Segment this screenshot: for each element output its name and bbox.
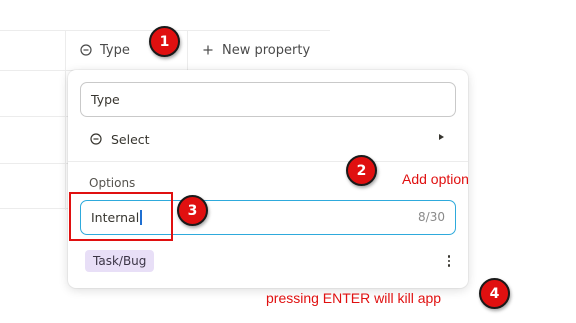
select-type-icon [90, 133, 102, 145]
annotation-badge-4: 4 [479, 278, 510, 309]
new-property-label: New property [222, 42, 311, 58]
column-header-type-label: Type [100, 42, 130, 58]
table-column-divider [187, 30, 188, 70]
plus-icon [203, 45, 213, 55]
annotation-badge-2: 2 [346, 155, 377, 186]
more-options-icon[interactable] [447, 253, 451, 269]
option-row[interactable]: Task/Bug [85, 250, 451, 272]
character-count: 8/30 [418, 210, 445, 224]
highlight-box [69, 192, 173, 241]
options-heading: Options [89, 176, 136, 190]
annotation-badge-1: 1 [149, 26, 180, 57]
select-type-icon [80, 44, 92, 56]
annotation-badge-3: 3 [177, 195, 208, 226]
column-header-type[interactable]: Type [80, 38, 130, 62]
annotation-enter-warning: pressing ENTER will kill app [266, 290, 442, 306]
option-tag[interactable]: Task/Bug [85, 250, 155, 272]
property-name-input[interactable]: Type [80, 82, 456, 117]
table-column-divider [65, 30, 66, 210]
divider [68, 161, 468, 162]
property-type-label: Select [111, 131, 150, 147]
property-type-selector[interactable]: Select [90, 128, 444, 150]
property-name-value: Type [91, 92, 120, 107]
annotation-add-option: Add option [402, 171, 469, 187]
chevron-right-icon [439, 134, 444, 140]
new-property-button[interactable]: New property [202, 38, 310, 62]
